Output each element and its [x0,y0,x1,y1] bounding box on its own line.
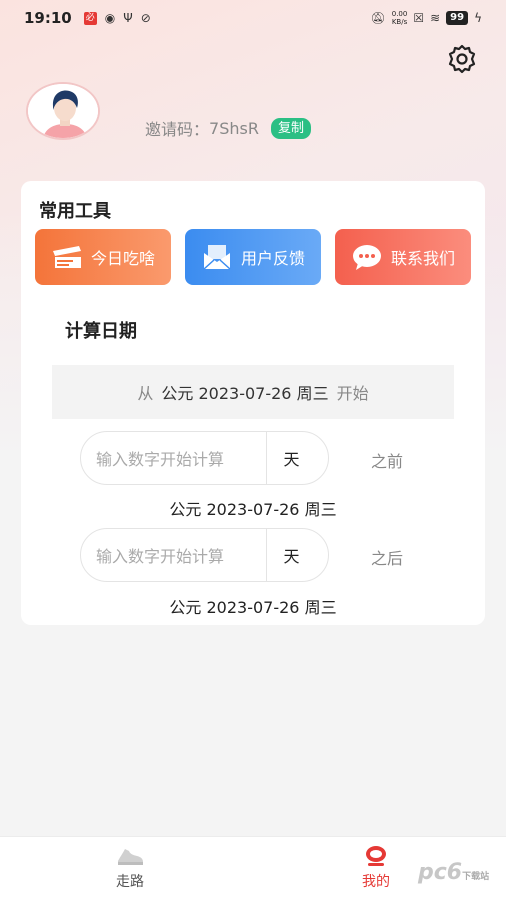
unit-label: 天 [283,450,300,469]
tool-button-food[interactable]: 今日吃啥 [35,229,171,285]
usb-icon: Ψ [123,11,133,25]
gear-icon [448,44,476,74]
invite-code-row: 邀请码： 7ShsR 复制 [145,116,311,140]
network-speed-value: 0.00 [391,10,408,18]
chat-bubble-icon [351,241,383,273]
invite-code: 7ShsR [209,118,259,138]
section-title-tools: 常用工具 [39,201,111,222]
result-date-after: 公元 2023-07-26 周三 [169,598,337,617]
wifi-icon: ≋ [430,11,441,25]
nav-label: 走路 [116,874,144,890]
tool-label: 联系我们 [390,249,455,268]
battery-indicator: 99 [446,11,469,25]
wechat-icon: ◉ [104,11,116,25]
network-speed: 0.00 KB/s [392,10,408,26]
tool-label: 用户反馈 [240,249,305,268]
sim-off-icon: ☒ [413,11,425,25]
from-suffix: 开始 [336,384,369,403]
days-before-input-group: 输入数字开始计算 天 [80,431,329,485]
food-box-icon [51,241,83,273]
status-time: 19:10 [24,9,72,27]
envelope-icon [201,241,233,273]
nav-item-mine[interactable]: 我的 [336,845,416,891]
result-date-before: 公元 2023-07-26 周三 [169,500,337,519]
status-bar: 19:10 必 ◉ Ψ ⊘ 🔕︎ 0.00 KB/s ☒ ≋ 99 ϟ [0,0,506,36]
days-after-input[interactable]: 输入数字开始计算 [81,529,267,581]
shoe-icon [118,849,143,865]
unit-label: 天 [283,547,300,566]
copy-button[interactable]: 复制 [270,117,311,139]
start-date-row[interactable]: 从 公元 2023-07-26 周三 开始 [52,365,454,419]
network-speed-unit: KB/s [391,18,408,26]
invite-label: 邀请码： [145,120,210,139]
section-title-calc: 计算日期 [65,321,137,342]
before-toggle[interactable]: 之前 [371,448,403,472]
avatar[interactable] [26,82,100,140]
tools-card: 常用工具 今日吃啥 用户反馈 联系我们 计算日期 从 公元 2023-07-26… [21,181,485,625]
tool-button-contact[interactable]: 联系我们 [335,229,471,285]
app-notification-icon: 必 [83,11,97,25]
watermark-sub: 下载站 [462,872,490,882]
days-after-input-group: 输入数字开始计算 天 [80,528,329,582]
watermark-text: pc6 [418,860,463,885]
profile-icon [366,846,386,866]
start-date: 公元 2023-07-26 周三 [161,384,329,403]
days-before-input[interactable]: 输入数字开始计算 [81,432,267,484]
sync-icon: ⊘ [140,11,151,25]
charging-icon: ϟ [474,11,482,25]
watermark: pc6下载站 [418,860,489,885]
mute-icon: 🔕︎ [370,11,386,25]
after-toggle[interactable]: 之后 [371,545,403,569]
nav-label: 我的 [362,874,390,890]
nav-item-walk[interactable]: 走路 [90,845,170,891]
tool-button-feedback[interactable]: 用户反馈 [185,229,321,285]
settings-button[interactable] [445,42,479,76]
tool-label: 今日吃啥 [90,249,155,268]
from-prefix: 从 [137,384,154,403]
